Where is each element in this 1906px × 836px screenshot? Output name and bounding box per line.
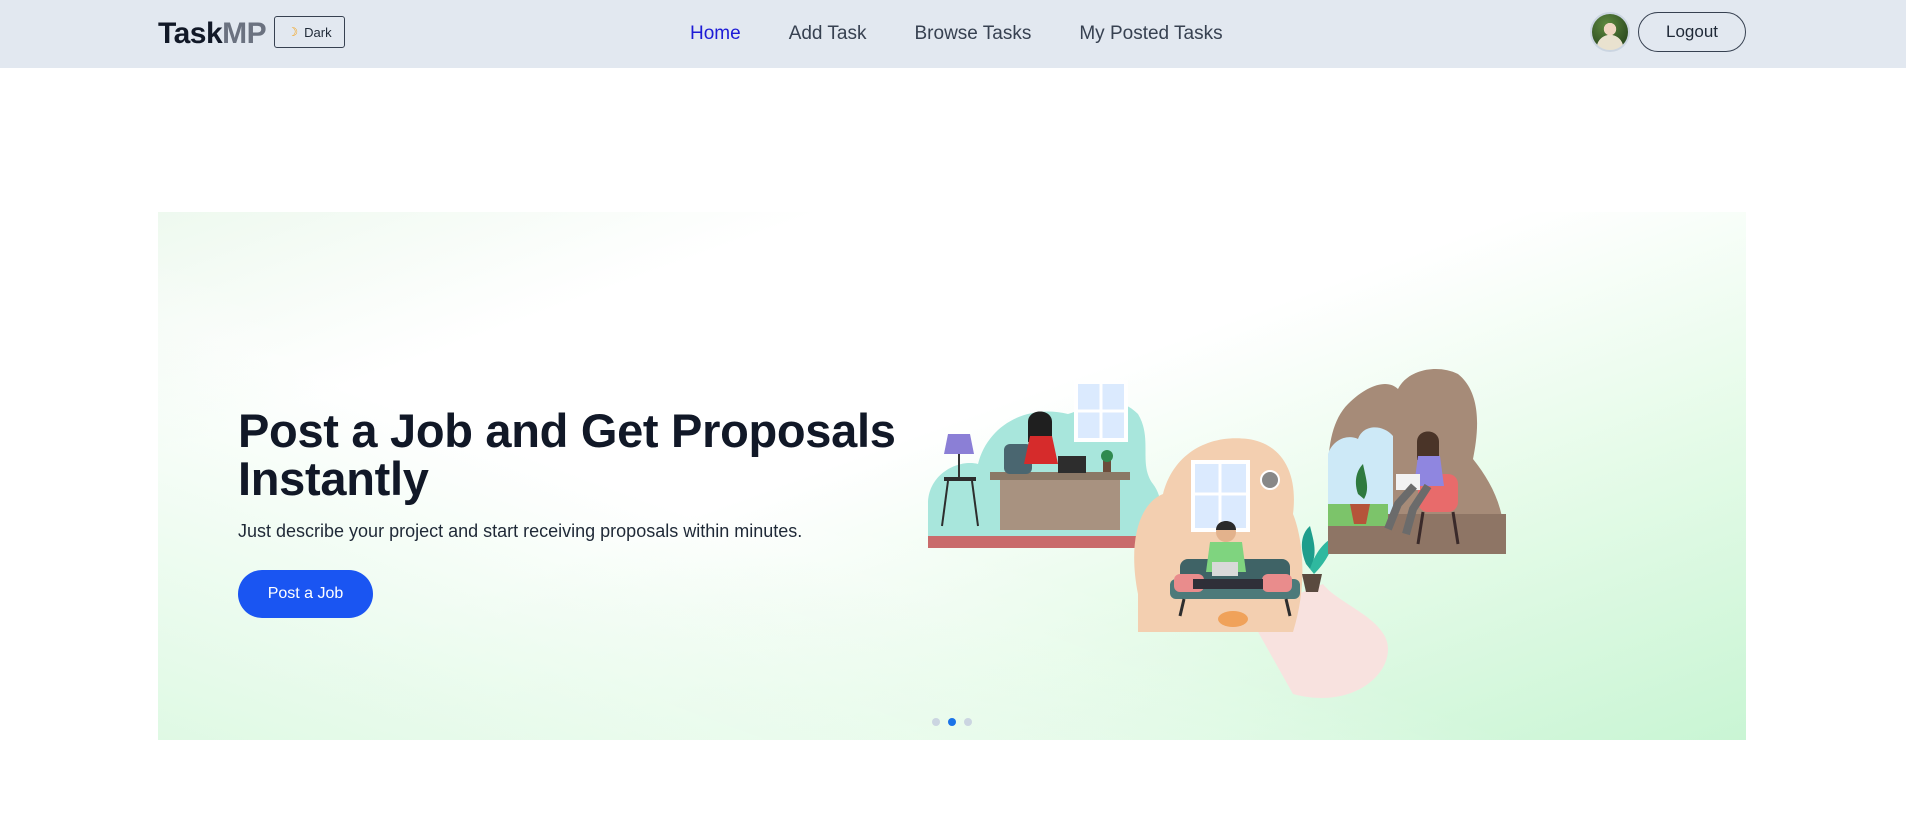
nav-link-add-task[interactable]: Add Task xyxy=(789,23,867,45)
hero-title: Post a Job and Get Proposals Instantly xyxy=(238,404,896,505)
post-job-button[interactable]: Post a Job xyxy=(238,570,373,618)
nav-link-browse-tasks[interactable]: Browse Tasks xyxy=(915,23,1032,45)
nav-link-my-posted-tasks[interactable]: My Posted Tasks xyxy=(1079,23,1222,45)
carousel-dot-1[interactable] xyxy=(932,718,940,726)
remote-work-illustration xyxy=(928,369,1506,698)
hero-carousel: Post a Job and Get Proposals Instantly J… xyxy=(158,212,1746,740)
carousel-dot-3[interactable] xyxy=(964,718,972,726)
carousel-dot-2[interactable] xyxy=(948,718,956,726)
user-avatar[interactable] xyxy=(1590,12,1630,52)
brand-part-task: Task xyxy=(158,17,223,50)
hero-text: Post a Job and Get Proposals Instantly J… xyxy=(238,407,938,542)
moon-icon: ☽ xyxy=(287,25,299,39)
theme-toggle-label: Dark xyxy=(304,24,332,40)
brand-part-mp: MP xyxy=(222,17,267,50)
nav-link-home[interactable]: Home xyxy=(690,23,741,45)
logout-button[interactable]: Logout xyxy=(1638,12,1746,52)
chair-scene-image xyxy=(1328,369,1506,554)
navbar: Task MP ☽ Dark Home Add Task Browse Tasks… xyxy=(0,0,1906,68)
desk-scene-image xyxy=(928,380,1161,548)
brand-logo[interactable]: Task MP xyxy=(158,14,267,54)
carousel-indicators xyxy=(932,718,972,726)
hero-subtitle: Just describe your project and start rec… xyxy=(238,521,803,541)
theme-toggle-button[interactable]: ☽ Dark xyxy=(274,16,345,48)
main-nav: Home Add Task Browse Tasks My Posted Tas… xyxy=(690,0,1271,68)
